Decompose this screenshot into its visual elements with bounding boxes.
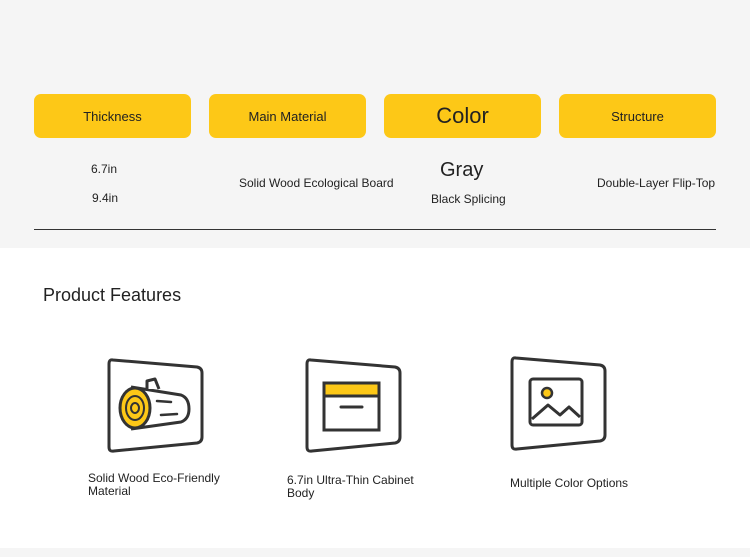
box-icon: [305, 358, 402, 453]
feature-label-2: 6.7in Ultra-Thin Cabinet Body: [287, 473, 414, 500]
color-value-1: Gray: [440, 159, 484, 181]
thickness-value-1: 6.7in: [91, 162, 118, 176]
feature-label-1: Solid Wood Eco-Friendly Material: [88, 471, 220, 498]
main-material-button[interactable]: Main Material: [209, 94, 366, 138]
color-value-2: Black Splicing: [431, 192, 506, 206]
section-title: Product Features: [43, 285, 182, 305]
color-label: Color: [436, 103, 489, 128]
thickness-button[interactable]: Thickness: [34, 94, 191, 138]
divider: [34, 229, 716, 230]
thickness-label: Thickness: [83, 108, 142, 124]
material-value: Solid Wood Ecological Board: [239, 176, 394, 190]
image-icon: [510, 356, 607, 451]
structure-button[interactable]: Structure: [559, 94, 716, 138]
log-icon: [107, 358, 204, 453]
color-button[interactable]: Color: [384, 94, 541, 138]
feature-label-3: Multiple Color Options: [510, 476, 629, 490]
structure-label: Structure: [611, 108, 664, 124]
structure-value: Double-Layer Flip-Top: [597, 176, 716, 190]
main-material-label: Main Material: [248, 108, 327, 124]
thickness-value-2: 9.4in: [92, 191, 119, 205]
